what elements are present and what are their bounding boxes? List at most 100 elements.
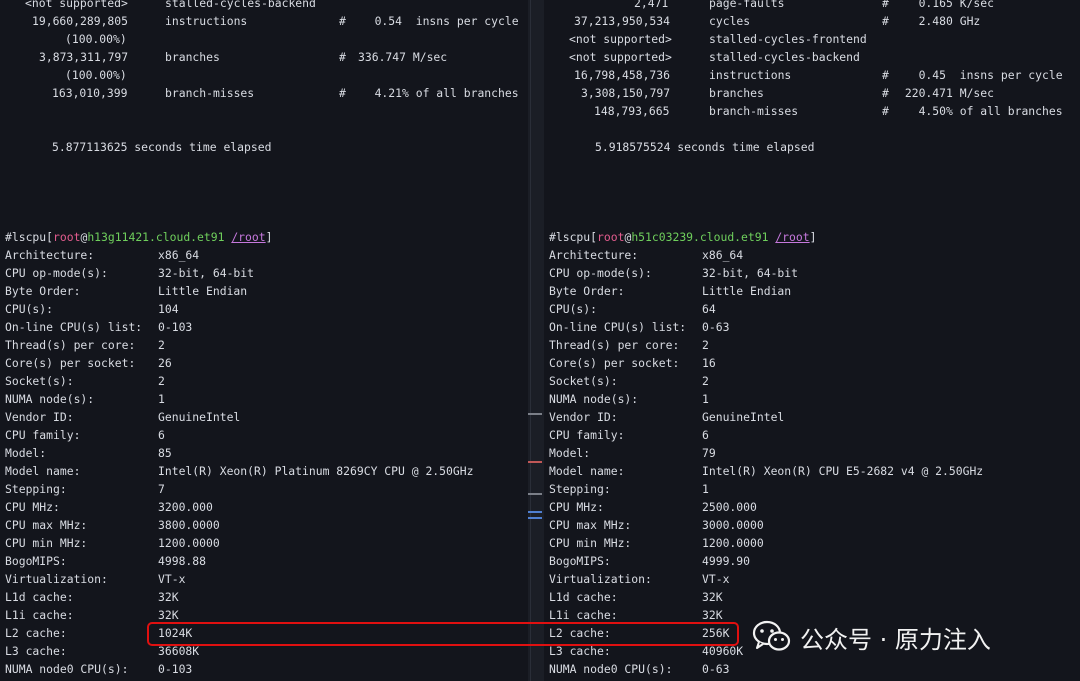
lscpu-key: BogoMIPS: — [5, 554, 67, 568]
perf-value: 19,660,289,805 — [32, 14, 129, 28]
watermark: 公众号 · 原力注入 — [752, 616, 1062, 658]
perf-hash: # — [882, 86, 889, 100]
lscpu-key: Virtualization: — [5, 572, 108, 586]
perf-value: (100.00%) — [65, 32, 127, 46]
elapsed-time: 5.877113625 seconds time elapsed — [5, 138, 271, 156]
lscpu-value: x86_64 — [158, 248, 200, 262]
elapsed-text: 5.877113625 seconds time elapsed — [52, 140, 272, 154]
perf-row: 19,660,289,805 instructions # 0.54 insns… — [5, 12, 519, 30]
perf-value: 148,793,665 — [594, 104, 670, 118]
lscpu-key: NUMA node(s): — [549, 392, 639, 406]
lscpu-key: CPU op-mode(s): — [549, 266, 652, 280]
lscpu-value: 0-103 — [158, 662, 193, 676]
shell-prompt: [root@h51c03239.cloud.et91 /root] — [590, 230, 817, 244]
lscpu-value: 1024K — [158, 626, 193, 640]
perf-metric: 0.45 insns per cycle — [898, 68, 1063, 82]
lscpu-value: 1 — [158, 392, 165, 406]
perf-hash: # — [339, 14, 346, 28]
wechat-icon — [752, 620, 791, 651]
perf-value: 16,798,458,736 — [574, 68, 671, 82]
lscpu-value: 2 — [702, 374, 709, 388]
prompt-path: /root — [775, 230, 810, 244]
perf-hash: # — [339, 50, 346, 64]
lscpu-key: Stepping: — [549, 482, 611, 496]
lscpu-key: Model: — [5, 446, 47, 460]
shell-command: #lscpu — [549, 230, 591, 244]
lscpu-value: 32K — [158, 590, 179, 604]
prompt-user: root — [597, 230, 625, 244]
perf-metric: 220.471 M/sec — [898, 86, 995, 100]
prompt-host: h13g11421.cloud.et91 — [87, 230, 225, 244]
lscpu-value: 1200.0000 — [702, 536, 764, 550]
terminal-pane-left[interactable]: <not supported> stalled-cycles-backend 1… — [0, 0, 528, 681]
lscpu-value: 26 — [158, 356, 172, 370]
perf-event: page-faults — [709, 0, 785, 10]
lscpu-value: 32K — [158, 608, 179, 622]
lscpu-value: 6 — [158, 428, 165, 442]
lscpu-value: 1 — [702, 482, 709, 496]
perf-event: cycles — [709, 14, 751, 28]
terminal-pane-right[interactable]: 2,471 page-faults # 0.165 K/sec 37,213,9… — [544, 0, 1080, 681]
lscpu-key: Thread(s) per core: — [5, 338, 136, 352]
perf-event: stalled-cycles-backend — [709, 50, 860, 64]
lscpu-key: CPU(s): — [549, 302, 598, 316]
perf-hash: # — [882, 14, 889, 28]
lscpu-value: 0-63 — [702, 320, 730, 334]
elapsed-text: 5.918575524 seconds time elapsed — [595, 140, 815, 154]
shell-prompt: [root@h13g11421.cloud.et91 /root] — [46, 230, 273, 244]
lscpu-key: L1d cache: — [549, 590, 618, 604]
scroll-marker — [528, 511, 542, 513]
perf-event: branches — [709, 86, 764, 100]
lscpu-value: 36608K — [158, 644, 200, 658]
lscpu-value: 40960K — [702, 644, 744, 658]
lscpu-key: BogoMIPS: — [549, 554, 611, 568]
perf-event: branch-misses — [709, 104, 799, 118]
perf-metric: 2.480 GHz — [898, 14, 981, 28]
prompt-path: /root — [231, 230, 266, 244]
perf-hash: # — [339, 86, 346, 100]
lscpu-key: Model name: — [5, 464, 81, 478]
lscpu-value: 0-103 — [158, 320, 193, 334]
lscpu-key: Socket(s): — [549, 374, 618, 388]
elapsed-time: 5.918575524 seconds time elapsed — [549, 138, 814, 156]
shell-command: #lscpu — [5, 230, 47, 244]
perf-event: instructions — [165, 14, 248, 28]
perf-row: 148,793,665 branch-misses # 4.50% of all… — [549, 102, 1063, 120]
lscpu-key: CPU min MHz: — [549, 536, 632, 550]
perf-value: 3,308,150,797 — [581, 86, 671, 100]
lscpu-key: L1i cache: — [5, 608, 74, 622]
perf-row: 163,010,399 branch-misses # 4.21% of all… — [5, 84, 519, 102]
lscpu-key: CPU(s): — [5, 302, 54, 316]
perf-metric: 4.50% of all branches — [898, 104, 1063, 118]
lscpu-key: L2 cache: — [5, 626, 67, 640]
pane-divider[interactable] — [528, 0, 544, 681]
lscpu-value: VT-x — [158, 572, 186, 586]
scroll-marker — [528, 517, 542, 519]
perf-row: <not supported> stalled-cycles-frontend — [549, 30, 867, 48]
lscpu-key: Architecture: — [549, 248, 639, 262]
lscpu-value: 3800.0000 — [158, 518, 220, 532]
perf-hash: # — [882, 104, 889, 118]
watermark-text: 公众号 · 原力注入 — [800, 625, 991, 654]
lscpu-key: L1i cache: — [549, 608, 618, 622]
lscpu-key: NUMA node(s): — [5, 392, 95, 406]
lscpu-value: 2 — [158, 374, 165, 388]
perf-value: 3,873,311,797 — [39, 50, 129, 64]
lscpu-value: 16 — [702, 356, 716, 370]
lscpu-value: 64 — [702, 302, 716, 316]
lscpu-key: Model: — [549, 446, 591, 460]
lscpu-value: 6 — [702, 428, 709, 442]
perf-row: <not supported> stalled-cycles-backend — [5, 0, 316, 12]
lscpu-key: NUMA node0 CPU(s): — [5, 662, 129, 676]
lscpu-key: Byte Order: — [549, 284, 625, 298]
perf-metric: 0.54 insns per cycle — [354, 14, 519, 28]
perf-metric: 4.21% of all branches — [354, 86, 519, 100]
lscpu-value: 1 — [702, 392, 709, 406]
perf-metric: 0.165 K/sec — [898, 0, 995, 10]
scroll-marker — [528, 461, 542, 463]
lscpu-value: 7 — [158, 482, 165, 496]
lscpu-value: VT-x — [702, 572, 730, 586]
lscpu-value: Intel(R) Xeon(R) Platinum 8269CY CPU @ 2… — [158, 464, 474, 478]
perf-value: (100.00%) — [65, 68, 127, 82]
perf-row: 3,873,311,797 branches # 336.747 M/sec — [5, 48, 447, 66]
